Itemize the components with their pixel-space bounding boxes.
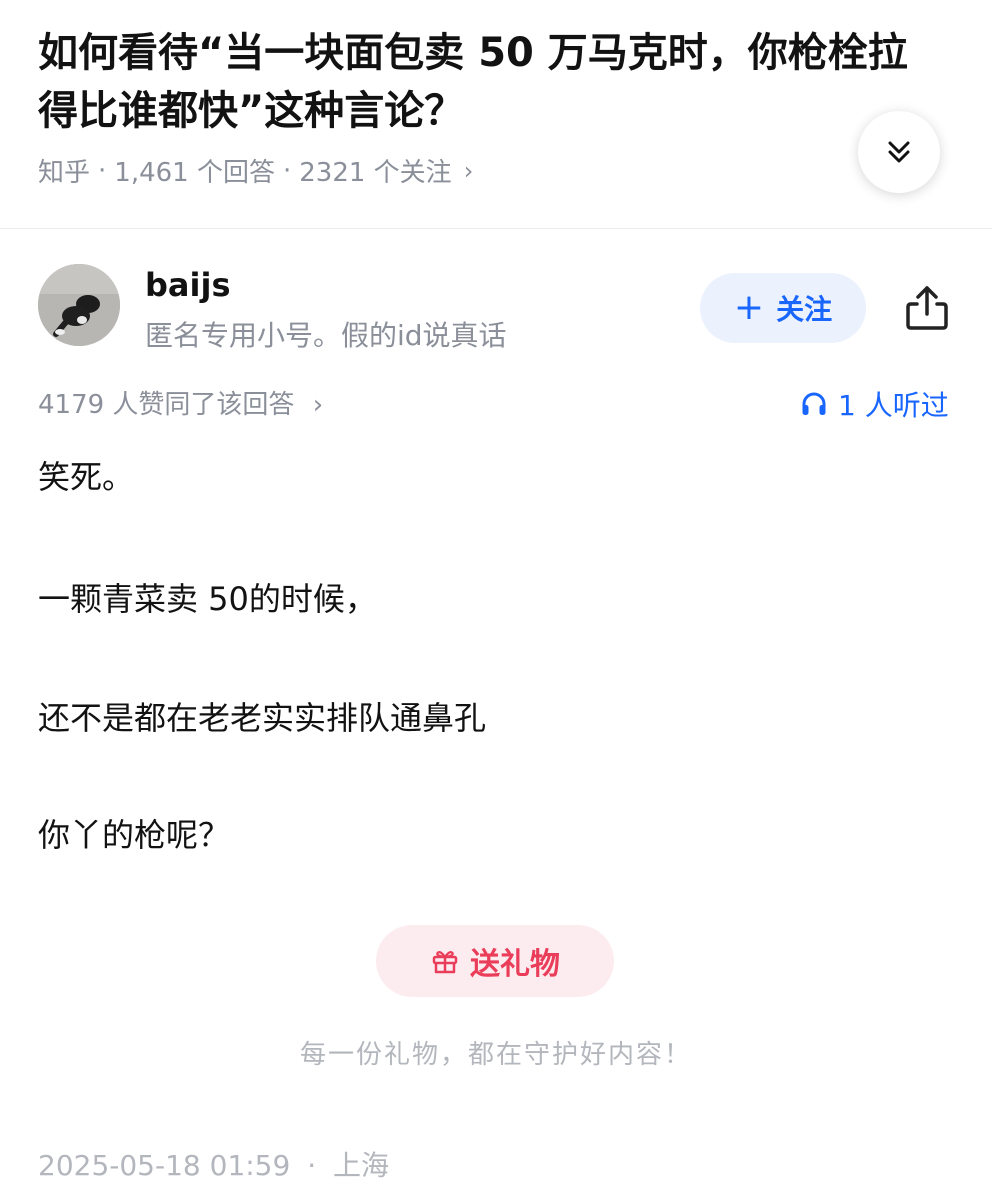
gift-label: 送礼物 [470, 947, 560, 982]
answer-paragraph: 还不是都在老老实实排队通鼻孔 [38, 699, 487, 737]
answer-location: 上海 [333, 1149, 390, 1182]
share-icon[interactable] [901, 282, 953, 334]
avatar[interactable] [38, 264, 120, 346]
answer-paragraph: 你丫的枪呢？ [38, 816, 231, 854]
question-meta[interactable]: 知乎 · 1,461 个回答 · 2321 个关注 › [38, 152, 473, 189]
followers-count: 2321 个关注 [299, 158, 452, 188]
question-title[interactable]: 如何看待“当一块面包卖 50 万马克时，你枪栓拉得比谁都快”这种言论？ [38, 24, 918, 140]
answers-count: 1,461 个回答 [114, 158, 275, 188]
chevron-right-icon: › [312, 390, 324, 420]
meta-separator: · [307, 1149, 317, 1182]
send-gift-button[interactable]: 送礼物 [376, 925, 614, 997]
double-chevron-down-icon [888, 141, 910, 163]
follow-label: 关注 [776, 293, 833, 326]
chevron-right-icon: › [463, 156, 474, 185]
listen-link[interactable]: 1 人听过 [800, 384, 949, 424]
follow-button[interactable]: + 关注 [700, 273, 866, 343]
votes-text: 4179 人赞同了该回答 [38, 390, 295, 420]
answer-date: 2025-05-18 01:59 [38, 1149, 291, 1182]
plus-icon: + [733, 287, 765, 328]
listen-text: 1 人听过 [838, 389, 949, 422]
meta-separator: · [98, 155, 107, 186]
answer-paragraph: 笑死。 [38, 458, 135, 496]
meta-separator: · [282, 155, 292, 186]
author-name[interactable]: baijs [145, 266, 230, 304]
answer-paragraph: 一颗青菜卖 50的时候， [38, 580, 377, 618]
cat-avatar-image [38, 264, 120, 346]
headphones-icon [802, 392, 826, 415]
author-bio: 匿名专用小号。假的id说真话 [145, 319, 507, 352]
answer-footer: 2025-05-18 01:59 · 上海 [38, 1144, 389, 1184]
source-label: 知乎 [38, 158, 91, 188]
expand-button[interactable] [858, 111, 940, 193]
gift-icon [432, 951, 458, 974]
votes-count-link[interactable]: 4179 人赞同了该回答 › [38, 384, 323, 421]
header-divider [0, 228, 992, 229]
gift-note: 每一份礼物，都在守护好内容！ [299, 1040, 692, 1070]
